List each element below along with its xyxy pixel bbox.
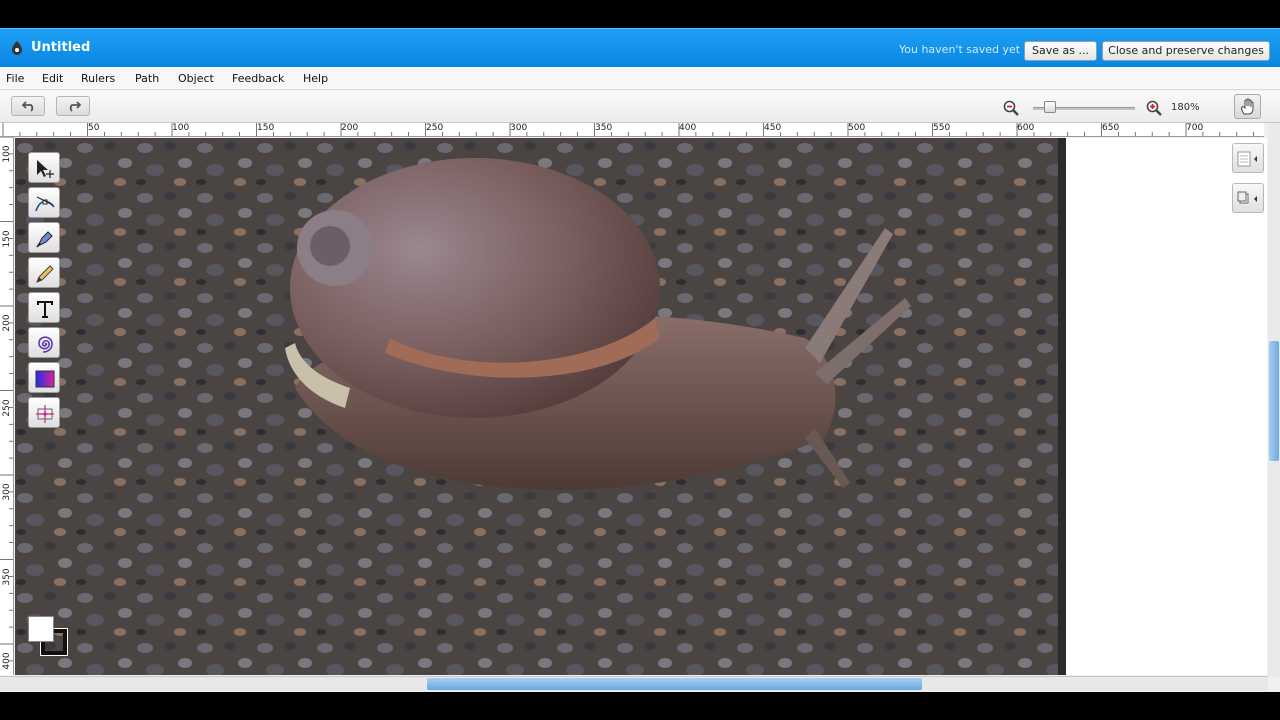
layers-panel-tab[interactable] [1232,143,1264,173]
close-preserve-button[interactable]: Close and preserve changes [1102,41,1270,61]
node-edit-tool-icon [35,196,55,212]
ruler-label: 200 [341,123,359,133]
hand-icon [1241,98,1254,115]
transform-tool-icon [36,405,54,423]
side-panel [1066,138,1267,675]
ruler-label: 500 [848,123,866,133]
node-edit-tool-button[interactable] [28,187,60,218]
fill-color-swatch[interactable] [28,616,54,642]
zoom-level-text: 180% [1171,102,1200,113]
menu-edit[interactable]: Edit [42,72,63,85]
redo-button[interactable] [56,96,90,116]
menu-object[interactable]: Object [178,72,214,85]
ruler-label: 350 [595,123,613,133]
menu-feedback[interactable]: Feedback [232,72,284,85]
text-tool-button[interactable] [28,292,60,323]
zoom-out-icon[interactable] [1003,100,1019,116]
ruler-label: 450 [764,123,782,133]
ruler-ticks [2,123,1254,136]
horizontal-scrollbar[interactable] [0,676,1268,691]
layers-icon [1237,151,1257,167]
ruler-label: 150 [2,230,12,248]
pencil-tool-icon [36,265,54,283]
ruler-label: 250 [426,123,444,133]
vertical-scrollbar-thumb[interactable] [1269,341,1279,461]
ruler-label: 200 [2,314,12,332]
menu-path[interactable]: Path [135,72,159,85]
save-status-text: You haven't saved yet [899,43,1021,56]
menu-bar: File Edit Rulers Path Object Feedback He… [0,67,1280,90]
ruler-label: 550 [933,123,951,133]
ruler-label: 100 [2,145,12,163]
menu-file[interactable]: File [6,72,24,85]
editor-window: Untitled You haven't saved yet Save as .… [0,28,1280,692]
ruler-label: 600 [1017,123,1035,133]
ruler-label: 100 [172,123,190,133]
document-title: Untitled [31,40,91,55]
redo-icon [69,101,81,112]
menu-help[interactable]: Help [303,72,328,85]
ruler-label: 50 [88,123,100,133]
pen-tool-button[interactable] [28,222,60,253]
ruler-label: 650 [1102,123,1120,133]
toolbar: 180% [0,91,1280,123]
ruler-label: 400 [679,123,697,133]
ruler-label: 700 [1186,123,1204,133]
undo-icon [22,101,34,112]
spiral-tool-button[interactable] [28,327,60,358]
gradient-tool-button[interactable] [28,362,60,393]
menu-rulers[interactable]: Rulers [81,72,115,85]
pen-tool-icon [36,231,53,248]
vertical-ruler: 100 150 200 250 300 350 400 [0,137,14,675]
drawing-canvas[interactable] [15,138,1058,675]
horizontal-scrollbar-thumb[interactable] [427,678,922,690]
ruler-label: 300 [510,123,528,133]
undo-button[interactable] [11,96,45,116]
app-logo-icon [12,41,22,55]
vertical-scrollbar[interactable] [1268,123,1280,677]
ruler-label: 250 [2,399,12,417]
pencil-tool-button[interactable] [28,257,60,288]
snail-photo [15,138,1058,675]
document-icon [1237,191,1257,204]
select-tool-icon [37,160,54,178]
ruler-label: 300 [2,483,12,501]
pan-tool-button[interactable] [1234,94,1261,119]
gradient-tool-icon [35,370,55,388]
canvas-margin [1058,138,1066,675]
select-tool-button[interactable] [28,152,60,183]
transform-tool-button[interactable] [28,397,60,428]
ruler-label: 150 [257,123,275,133]
text-tool-icon [37,301,53,318]
ruler-label: 400 [2,652,12,670]
horizontal-ruler: 50 100 150 200 250 300 350 400 450 500 5… [0,123,1264,137]
spiral-tool-icon [38,336,53,353]
zoom-in-icon[interactable] [1146,100,1162,116]
save-as-button[interactable]: Save as ... [1024,41,1097,61]
objects-panel-tab[interactable] [1232,183,1264,213]
zoom-slider-thumb[interactable] [1044,101,1056,113]
title-bar: Untitled You haven't saved yet Save as .… [0,28,1280,67]
ruler-label: 350 [2,568,12,586]
